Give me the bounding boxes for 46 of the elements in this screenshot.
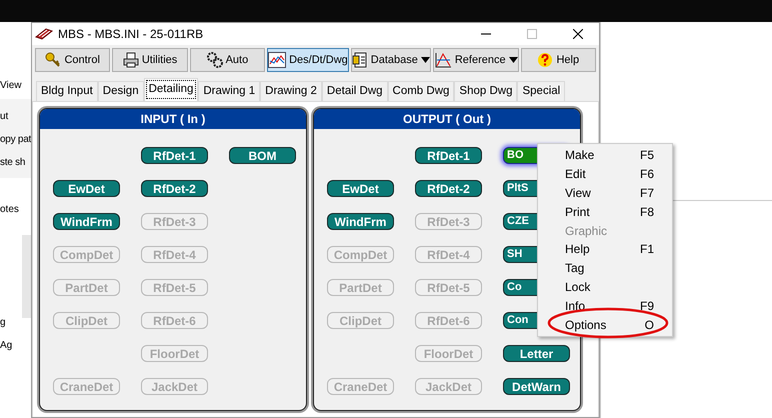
close-icon[interactable] [573,29,583,39]
graph-icon [434,52,452,68]
tab[interactable]: Design [98,81,144,101]
menu-text: opy pat [0,133,31,147]
document-icon [352,52,368,68]
menu-text: ut [0,110,10,124]
toolbar-button[interactable]: Utilities [112,48,188,72]
chart-icon [268,52,286,68]
module-button[interactable]: Letter [503,345,570,362]
toolbar-button[interactable]: Help [520,48,596,72]
printer-icon [122,52,139,68]
help-icon [537,52,554,68]
tab[interactable]: Bldg Input [36,81,98,101]
key-icon [45,52,62,68]
panel-header: OUTPUT ( Out ) [314,109,580,129]
toolbar-button[interactable]: Database [350,48,431,72]
module-button[interactable]: EwDet [327,180,394,197]
module-button[interactable]: DetWarn [503,378,570,395]
module-button[interactable]: RfDet-1 [415,147,482,164]
module-button[interactable]: RfDet-2 [415,180,482,197]
menu-text: ste sh [0,156,26,170]
list-text: Ag [0,339,14,353]
module-button[interactable]: WindFrm [53,213,120,230]
tab[interactable]: Detail Dwg [322,81,388,101]
toolbar-button[interactable]: Des/Dt/Dwg [267,48,349,72]
tab[interactable]: Detailing [144,78,198,101]
module-button[interactable]: EwDet [53,180,120,197]
scrollbar[interactable] [22,235,31,318]
gears-icon [206,52,223,68]
window-title: MBS - MBS.INI - 25-011RB [58,26,204,43]
pane-title: otes [0,203,20,217]
tab[interactable]: Drawing 1 [198,81,260,101]
toolbar-button[interactable]: Reference [432,48,519,72]
toolbar-button[interactable]: Control [35,48,110,72]
toolbar-button[interactable]: Auto [190,48,266,72]
module-button[interactable]: WindFrm [327,213,394,230]
tab[interactable]: Drawing 2 [260,81,322,101]
module-button[interactable]: BOM [229,147,296,164]
module-button[interactable]: RfDet-1 [141,147,208,164]
list-text: g [0,316,7,330]
menu-text: View [0,79,22,93]
panel-header: INPUT ( In ) [40,109,306,129]
tab[interactable]: Special [517,81,566,101]
tab[interactable]: Shop Dwg [454,81,518,101]
tab[interactable]: Comb Dwg [388,81,454,101]
module-button[interactable]: RfDet-2 [141,180,208,197]
